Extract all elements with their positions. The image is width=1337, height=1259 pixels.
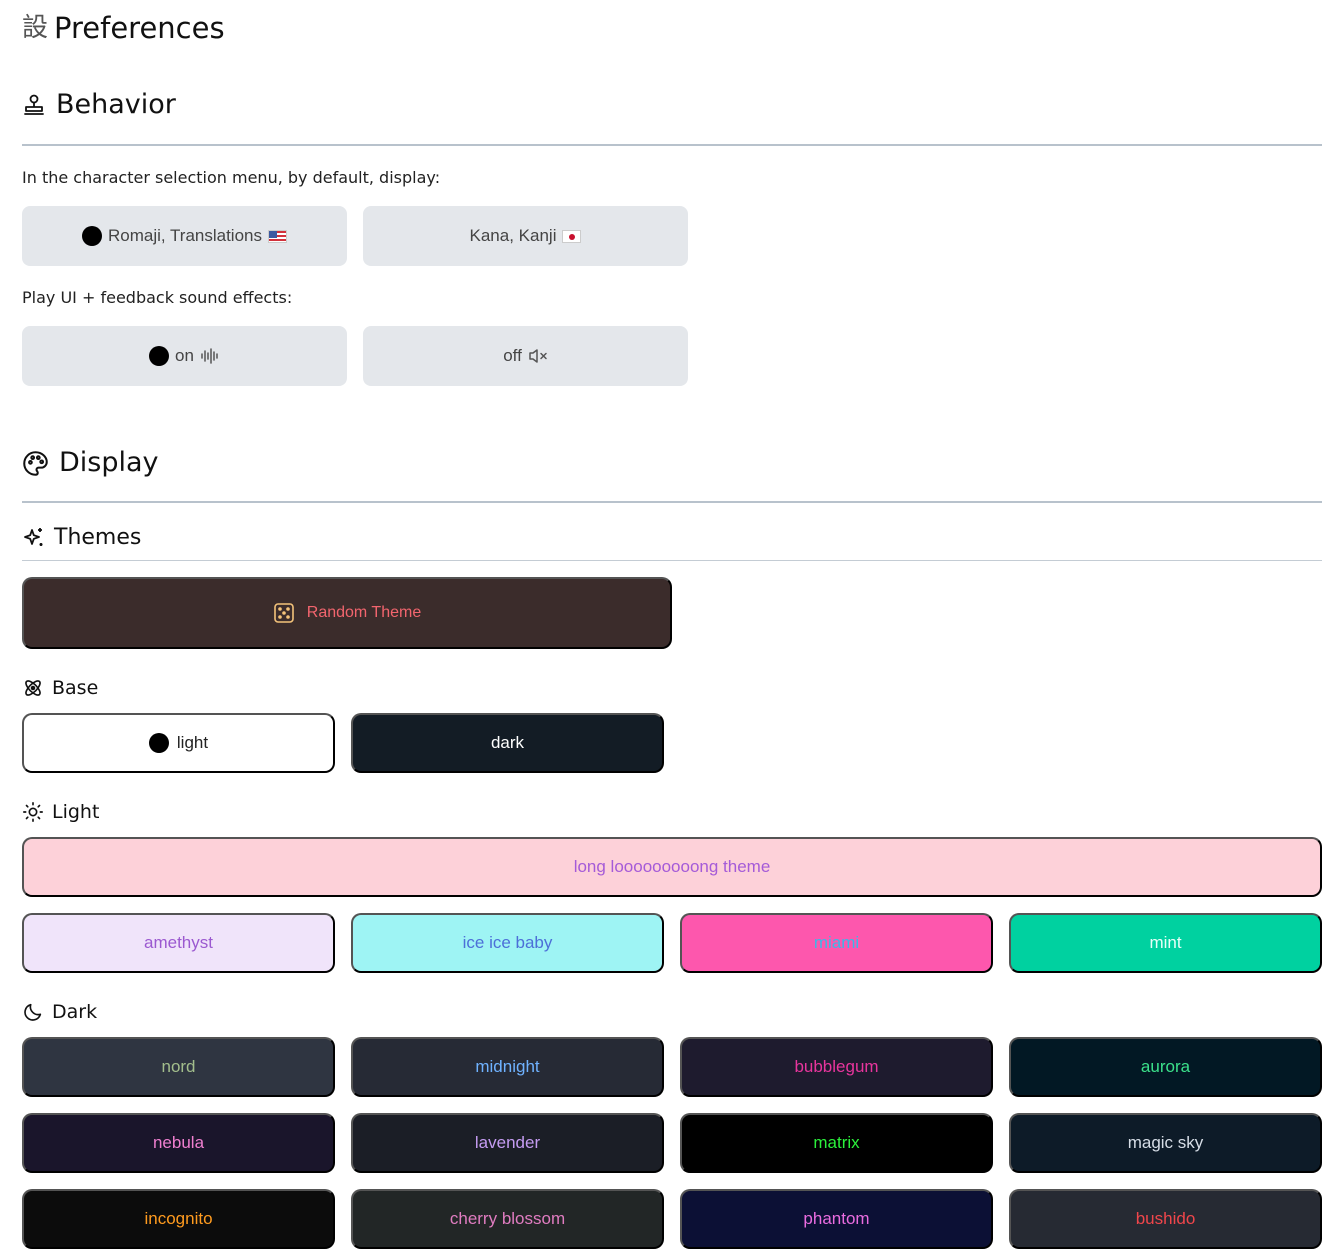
sound-on-label: on bbox=[175, 346, 194, 365]
page-title-text: Preferences bbox=[54, 11, 225, 45]
sparkles-icon bbox=[24, 528, 43, 546]
theme-amethyst-button[interactable]: amethyst bbox=[22, 913, 335, 973]
palette-icon bbox=[23, 450, 48, 476]
theme-label: miami bbox=[813, 933, 860, 952]
dark-title-text: Dark bbox=[52, 1001, 98, 1023]
theme-label: bushido bbox=[1135, 1209, 1196, 1228]
display-divider bbox=[22, 501, 1322, 503]
themes-title: Themes bbox=[22, 524, 141, 552]
theme-label: matrix bbox=[813, 1133, 860, 1152]
base-light-label: light bbox=[176, 733, 209, 752]
moon-icon bbox=[24, 1003, 42, 1021]
base-dark-button[interactable]: dark bbox=[351, 713, 664, 773]
volume-mute-icon bbox=[529, 349, 547, 363]
atom-icon bbox=[25, 680, 41, 696]
theme-nord-button[interactable]: nord bbox=[22, 1037, 335, 1097]
display-section-title: Display bbox=[22, 446, 159, 480]
theme-bubblegum-button[interactable]: bubblegum bbox=[680, 1037, 993, 1097]
base-dark-label: dark bbox=[490, 733, 525, 752]
theme-midnight-button[interactable]: midnight bbox=[351, 1037, 664, 1097]
theme-matrix-button[interactable]: matrix bbox=[680, 1113, 993, 1173]
random-theme-label: Random Theme bbox=[306, 604, 422, 621]
settings-kanji-icon: 設 bbox=[22, 13, 49, 43]
theme-magic-sky-button[interactable]: magic sky bbox=[1009, 1113, 1322, 1173]
display-title-text: Display bbox=[59, 447, 159, 478]
dice-icon bbox=[273, 603, 294, 623]
base-light-button[interactable]: light bbox=[22, 713, 335, 773]
theme-label: cherry blossom bbox=[449, 1209, 566, 1228]
audio-waveform-icon bbox=[201, 348, 218, 364]
char-menu-label: In the character selection menu, by defa… bbox=[22, 168, 441, 187]
theme-incognito-button[interactable]: incognito bbox=[22, 1189, 335, 1249]
theme-label: midnight bbox=[475, 1057, 540, 1076]
theme-label: bubblegum bbox=[794, 1057, 879, 1076]
flag-jp-icon bbox=[562, 229, 582, 243]
theme-label: long looooooooong theme bbox=[573, 857, 771, 876]
theme-cherry-blossom-button[interactable]: cherry blossom bbox=[351, 1189, 664, 1249]
flag-us-icon bbox=[268, 229, 287, 243]
behavior-title-text: Behavior bbox=[56, 89, 176, 120]
theme-label: lavender bbox=[474, 1133, 541, 1152]
sound-off-button[interactable]: off bbox=[363, 326, 688, 386]
theme-miami-button[interactable]: miami bbox=[680, 913, 993, 973]
kana-kanji-label: Kana, Kanji bbox=[469, 226, 557, 245]
kana-kanji-button[interactable]: Kana, Kanji bbox=[363, 206, 688, 266]
theme-label: incognito bbox=[144, 1209, 213, 1228]
theme-label: nebula bbox=[152, 1133, 205, 1152]
theme-mint-button[interactable]: mint bbox=[1009, 913, 1322, 973]
selected-dot-icon bbox=[81, 226, 102, 246]
romaji-translations-button[interactable]: Romaji, Translations bbox=[22, 206, 347, 266]
dark-title: Dark bbox=[22, 1000, 97, 1024]
sound-label: Play UI + feedback sound effects: bbox=[22, 288, 293, 307]
behavior-divider bbox=[22, 144, 1322, 146]
theme-label: nord bbox=[161, 1057, 196, 1076]
sound-on-button[interactable]: on bbox=[22, 326, 347, 386]
theme-label: amethyst bbox=[144, 933, 213, 952]
theme-label: phantom bbox=[803, 1209, 870, 1228]
themes-divider bbox=[22, 560, 1322, 561]
selected-dot-icon bbox=[149, 346, 170, 366]
theme-lavender-button[interactable]: lavender bbox=[351, 1113, 664, 1173]
theme-nebula-button[interactable]: nebula bbox=[22, 1113, 335, 1173]
sun-icon bbox=[23, 802, 43, 822]
theme-ice-ice-baby-button[interactable]: ice ice baby bbox=[351, 913, 664, 973]
theme-label: ice ice baby bbox=[462, 933, 553, 952]
light-title: Light bbox=[22, 800, 99, 824]
themes-title-text: Themes bbox=[54, 525, 142, 550]
theme-long-looooooooong-button[interactable]: long looooooooong theme bbox=[22, 837, 1322, 897]
theme-phantom-button[interactable]: phantom bbox=[680, 1189, 993, 1249]
theme-aurora-button[interactable]: aurora bbox=[1009, 1037, 1322, 1097]
theme-label: aurora bbox=[1140, 1057, 1191, 1076]
theme-label: magic sky bbox=[1127, 1133, 1204, 1152]
page-title: 設 Preferences bbox=[22, 10, 225, 46]
light-title-text: Light bbox=[52, 801, 100, 823]
base-title: Base bbox=[22, 676, 98, 700]
stamp-icon bbox=[24, 94, 44, 115]
base-title-text: Base bbox=[52, 677, 99, 699]
theme-label: mint bbox=[1149, 933, 1182, 952]
romaji-translations-label: Romaji, Translations bbox=[107, 226, 262, 245]
selected-dot-icon bbox=[148, 733, 169, 753]
behavior-section-title: Behavior bbox=[22, 88, 176, 122]
random-theme-button[interactable]: Random Theme bbox=[22, 577, 672, 649]
sound-off-label: off bbox=[503, 346, 522, 365]
theme-bushido-button[interactable]: bushido bbox=[1009, 1189, 1322, 1249]
